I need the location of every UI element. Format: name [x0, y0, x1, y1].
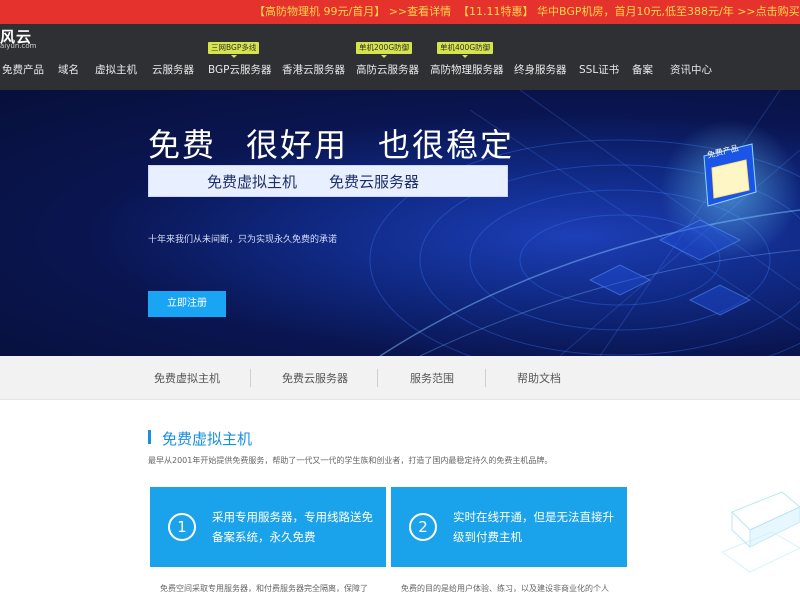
promo-bar: 【高防物理机 99元/首月】 >>查看详情 【11.11特惠】 华中BGP机房，…: [0, 0, 800, 24]
server-illustration-graphic: [720, 491, 800, 573]
promo-link-double11[interactable]: 【11.11特惠】 华中BGP机房，首月10元,低至388元/年 >>点击购买: [458, 0, 800, 24]
hero-subtitle: 十年来我们从未间断，只为实现永久免费的承诺: [148, 235, 338, 245]
section-title: 免费虚拟主机: [162, 430, 253, 448]
logo[interactable]: 风云 aiyun.com: [0, 26, 40, 50]
glowing-card-icon: 免费产品: [703, 142, 757, 207]
nav-item-domain[interactable]: 域名: [58, 62, 79, 77]
hero-box-virtual-host: 免费虚拟主机: [207, 173, 298, 191]
tab-service-scope[interactable]: 服务范围: [410, 370, 454, 386]
feature-card-title: 采用专用服务器，专用线路送免备案系统，永久免费: [212, 510, 373, 544]
nav-badge-bgp: 三网BGP多线: [208, 42, 260, 58]
nav-item-virtual-host[interactable]: 虚拟主机: [95, 62, 137, 77]
tab-free-virtual-host[interactable]: 免费虚拟主机: [154, 370, 220, 386]
nav-item-hk-cloud[interactable]: 香港云服务器: [282, 62, 345, 77]
nav-item-lifetime-server[interactable]: 终身服务器: [514, 62, 567, 77]
section-title-accent: [148, 430, 151, 444]
hero-title-part-free: 免费: [148, 126, 217, 164]
logo-url: aiyun.com: [0, 42, 37, 50]
site-header: 风云 aiyun.com 免费产品 域名 虚拟主机 云服务器 BGP云服务器 三…: [0, 24, 800, 90]
feature-card-body: 免费的目的是给用户体验、练习，以及建设非商业化的个人: [401, 584, 609, 593]
hero-product-box: 免费虚拟主机 免费云服务器: [148, 165, 508, 197]
tab-divider: [250, 369, 251, 387]
hero-title-part-useful: 很好用: [246, 126, 349, 164]
nav-item-ddos-cloud[interactable]: 高防云服务器: [356, 62, 419, 77]
hero-banner: 免费 很好用 也很稳定 免费虚拟主机 免费云服务器 十年来我们从未间断，只为实现永久…: [0, 90, 800, 356]
section-tabs: 免费虚拟主机 免费云服务器 服务范围 帮助文档: [0, 356, 800, 400]
feature-card-header: 2 实时在线开通，但是无法直接升级到付费主机: [391, 487, 627, 567]
nav-item-cloud-server[interactable]: 云服务器: [152, 62, 194, 77]
feature-card-1: 1 采用专用服务器，专用线路送免备案系统，永久免费 免费空间采取专用服务器，和付…: [150, 487, 386, 600]
hero-title: 免费 很好用 也很稳定: [148, 120, 544, 166]
nav-item-ssl[interactable]: SSL证书: [579, 62, 619, 77]
promo-link-protection[interactable]: 【高防物理机 99元/首月】 >>查看详情: [254, 0, 451, 24]
feature-number-badge: 2: [409, 513, 437, 541]
nav-item-free-products[interactable]: 免费产品: [2, 62, 44, 77]
hero-box-cloud-server: 免费云服务器: [329, 173, 420, 191]
feature-card-title: 实时在线开通，但是无法直接升级到付费主机: [453, 510, 614, 544]
section-description: 最早从2001年开始提供免费服务，帮助了一代又一代的学生族和创业者，打造了国内最…: [148, 456, 553, 465]
nav-item-ddos-physical[interactable]: 高防物理服务器: [430, 62, 504, 77]
tab-free-cloud-server[interactable]: 免费云服务器: [282, 370, 348, 386]
feature-card-body: 免费空间采取专用服务器，和付费服务器完全隔离，保障了: [160, 584, 368, 593]
free-products-card-graphic: 免费产品: [700, 140, 760, 212]
nav-item-icp[interactable]: 备案: [632, 62, 653, 77]
feature-number-badge: 1: [168, 513, 196, 541]
nav-item-bgp-cloud[interactable]: BGP云服务器: [208, 62, 272, 77]
nav-badge-200g: 单机200G防御: [356, 42, 413, 58]
tab-divider: [377, 369, 378, 387]
feature-card-2: 2 实时在线开通，但是无法直接升级到付费主机 免费的目的是给用户体验、练习，以及…: [391, 487, 627, 600]
register-button[interactable]: 立即注册: [148, 291, 226, 317]
tab-divider: [485, 369, 486, 387]
main-nav: 免费产品 域名 虚拟主机 云服务器 BGP云服务器 三网BGP多线 香港云服务器…: [0, 42, 800, 80]
hero-title-part-stable: 也很稳定: [378, 126, 515, 164]
nav-badge-400g: 单机400G防御: [437, 42, 494, 58]
nav-item-news[interactable]: 资讯中心: [670, 62, 712, 77]
feature-card-header: 1 采用专用服务器，专用线路送免备案系统，永久免费: [150, 487, 386, 567]
tab-help-docs[interactable]: 帮助文档: [517, 370, 561, 386]
